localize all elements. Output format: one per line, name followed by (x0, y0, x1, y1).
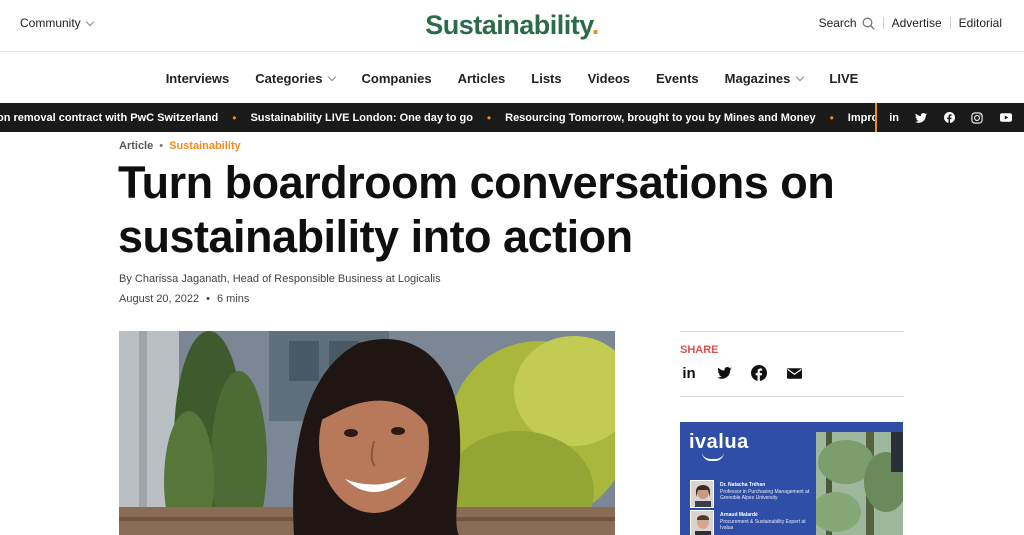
search-icon (862, 17, 875, 30)
logo-dot: . (591, 10, 600, 40)
chevron-down-icon (328, 72, 337, 81)
divider (949, 17, 951, 29)
article-meta: August 20, 2022 • 6 mins (119, 293, 249, 305)
ticker-item[interactable]: rbon removal contract with PwC Switzerla… (0, 112, 218, 124)
nav-item-categories[interactable]: Categories (242, 71, 348, 86)
top-bar: Community Sustainability. Search Adverti… (0, 0, 1024, 52)
chevron-down-icon (796, 72, 805, 81)
ticker-bullet: • (486, 110, 492, 125)
nav-label: Interviews (165, 70, 230, 86)
breadcrumb-separator: • (159, 140, 164, 152)
article-byline: By Charissa Jaganath, Head of Responsibl… (119, 273, 441, 285)
linkedin-icon[interactable]: in (889, 112, 899, 124)
news-ticker: rbon removal contract with PwC Switzerla… (0, 103, 1024, 132)
ticker-item[interactable]: Resourcing Tomorrow, brought to you by M… (505, 112, 815, 124)
ticker-track: rbon removal contract with PwC Switzerla… (0, 103, 910, 132)
avatar (690, 480, 714, 508)
avatar (690, 510, 714, 535)
content-type-label: Article (119, 140, 154, 152)
main-nav: Interviews Categories Companies Articles… (0, 53, 1024, 103)
ad-forest-photo (816, 432, 903, 535)
nav-label: Events (656, 70, 699, 86)
utility-links: Search Advertise Editorial (819, 16, 1002, 30)
email-icon[interactable] (785, 364, 803, 382)
share-divider (680, 396, 903, 397)
ad-speaker: Dr. Natacha Tréhan Professor in Purchasi… (690, 480, 820, 510)
nav-item-live[interactable]: LIVE (816, 71, 871, 86)
publish-date: August 20, 2022 (119, 293, 200, 305)
nav-item-articles[interactable]: Articles (445, 71, 519, 86)
share-icons: in (680, 364, 803, 382)
nav-label: Categories (255, 70, 323, 86)
ticker-bullet: • (232, 110, 237, 125)
nav-label: Lists (531, 70, 562, 86)
sidebar-advertisement[interactable]: ivalua Dr. Natacha Tréhan Professor in P… (680, 422, 903, 535)
search-label: Search (818, 16, 857, 30)
social-links: in (875, 103, 1024, 132)
twitter-icon[interactable] (915, 112, 928, 123)
meta-separator: • (206, 293, 210, 305)
nav-label: LIVE (829, 70, 859, 86)
nav-item-interviews[interactable]: Interviews (153, 71, 243, 86)
ad-speaker-role: Procurement & Sustainability Expert at I… (720, 519, 806, 531)
nav-item-events[interactable]: Events (643, 71, 712, 86)
youtube-icon[interactable] (999, 113, 1012, 122)
twitter-icon[interactable] (715, 364, 733, 382)
advertise-link[interactable]: Advertise (892, 16, 942, 30)
nav-label: Videos (587, 70, 630, 86)
article-hero-image (119, 331, 615, 535)
nav-item-lists[interactable]: Lists (518, 71, 574, 86)
divider (882, 17, 884, 29)
ad-speaker: Arnaud Malardé Procurement & Sustainabil… (690, 510, 820, 535)
breadcrumb: Article • Sustainability (119, 140, 241, 152)
nav-item-magazines[interactable]: Magazines (712, 71, 817, 86)
nav-item-companies[interactable]: Companies (348, 71, 444, 86)
share-divider (680, 331, 903, 332)
nav-label: Companies (361, 70, 432, 86)
facebook-icon[interactable] (750, 364, 768, 382)
linkedin-icon[interactable]: in (680, 364, 698, 382)
nav-label: Magazines (724, 70, 791, 86)
search-button[interactable]: Search (819, 16, 875, 30)
hero-illustration (119, 331, 615, 535)
logo-word: Sustainability (425, 10, 592, 40)
category-link[interactable]: Sustainability (169, 140, 241, 152)
facebook-icon[interactable] (943, 112, 955, 123)
article-title: Turn boardroom conversations on sustaina… (118, 157, 835, 262)
editorial-link[interactable]: Editorial (959, 16, 1002, 30)
share-label: SHARE (680, 344, 719, 356)
ad-speaker-role: Professor in Purchasing Management at Gr… (720, 489, 810, 501)
instagram-icon[interactable] (971, 111, 983, 124)
ad-speaker-name: Dr. Natacha Tréhan (720, 482, 766, 488)
ad-speaker-name: Arnaud Malardé (720, 512, 758, 518)
nav-label: Articles (457, 70, 506, 86)
ad-logo-smile (702, 452, 724, 461)
ticker-bullet: • (829, 110, 834, 125)
nav-item-videos[interactable]: Videos (575, 71, 643, 86)
ad-brand-logo: ivalua (689, 431, 749, 453)
read-time: 6 mins (216, 293, 250, 305)
ticker-item[interactable]: Sustainability LIVE London: One day to g… (250, 112, 472, 124)
